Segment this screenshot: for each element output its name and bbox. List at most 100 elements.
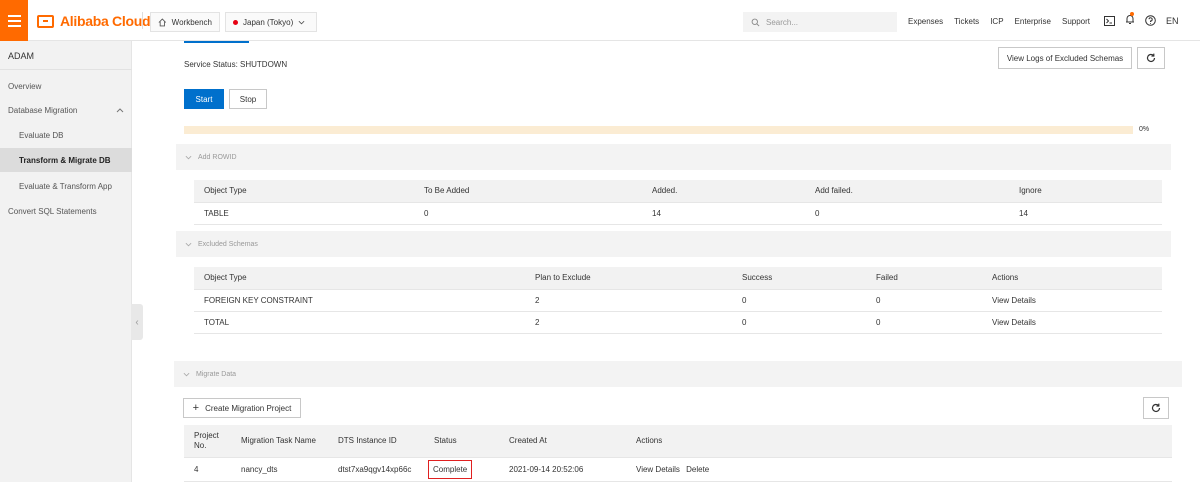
sidebar-collapse-handle[interactable]: ‹ <box>131 304 143 340</box>
sidebar: ADAM Overview Database Migration Evaluat… <box>0 41 132 482</box>
migrate-refresh-button[interactable] <box>1143 397 1169 419</box>
delete-link[interactable]: Delete <box>686 465 709 474</box>
column-header: To Be Added <box>414 180 642 203</box>
active-tab-indicator <box>184 41 249 43</box>
refresh-icon <box>1146 53 1156 63</box>
terminal-icon[interactable] <box>1104 15 1115 26</box>
search-placeholder: Search... <box>766 17 799 27</box>
chevron-down-icon <box>185 242 192 246</box>
column-header: Add failed. <box>805 180 1009 203</box>
sidebar-item-label: Evaluate & Transform App <box>19 181 112 191</box>
sidebar-item-overview[interactable]: Overview <box>0 74 132 98</box>
section-add-rowid[interactable]: Add ROWID <box>176 144 1171 170</box>
region-label: Japan (Tokyo) <box>243 17 294 27</box>
table-cell: 0 <box>805 202 1009 225</box>
view-details-link[interactable]: View Details <box>992 296 1036 305</box>
column-header: Migration Task Name <box>231 425 328 458</box>
column-header: Ignore <box>1009 180 1162 203</box>
section-title: Migrate Data <box>196 370 237 378</box>
progress-label: 0% <box>1139 126 1150 133</box>
view-logs-button[interactable]: View Logs of Excluded Schemas <box>998 47 1132 69</box>
table-row: FOREIGN KEY CONSTRAINT 2 0 0 View Detail… <box>194 289 1162 312</box>
logo[interactable]: Alibaba Cloud <box>37 13 151 29</box>
table-cell: 0 <box>866 289 982 312</box>
table-cell: 2021-09-14 20:52:06 <box>499 457 626 482</box>
nav-support[interactable]: Support <box>1062 17 1090 26</box>
table-cell: TOTAL <box>194 311 525 334</box>
chevron-up-icon <box>116 107 124 112</box>
section-title: Excluded Schemas <box>198 240 258 248</box>
nav-tickets[interactable]: Tickets <box>954 17 979 26</box>
start-button[interactable]: Start <box>184 89 224 109</box>
refresh-icon <box>1151 403 1161 413</box>
table-cell: nancy_dts <box>231 457 328 482</box>
logo-text: Alibaba Cloud <box>60 13 151 29</box>
alibaba-logo-icon <box>37 14 54 28</box>
nav-expenses[interactable]: Expenses <box>908 17 943 26</box>
section-title: Add ROWID <box>198 153 237 161</box>
column-header: Created At <box>499 425 626 458</box>
column-header: Added. <box>642 180 805 203</box>
sidebar-divider <box>0 69 132 70</box>
home-icon <box>158 17 167 26</box>
sidebar-item-label: Overview <box>8 81 42 91</box>
search-input[interactable]: Search... <box>743 12 897 32</box>
refresh-button[interactable] <box>1137 47 1165 69</box>
sidebar-item-evaluate-db[interactable]: Evaluate DB <box>0 123 132 147</box>
table-row: TABLE 0 14 0 14 <box>194 202 1162 225</box>
column-header: Status <box>424 425 499 458</box>
column-header: Success <box>732 267 866 290</box>
column-header: Actions <box>982 267 1162 290</box>
view-details-link[interactable]: View Details <box>992 318 1036 327</box>
region-selector[interactable]: Japan (Tokyo) <box>225 12 317 32</box>
table-cell: 0 <box>866 311 982 334</box>
table-cell: 0 <box>732 311 866 334</box>
japan-flag-icon <box>233 19 238 25</box>
table-cell: FOREIGN KEY CONSTRAINT <box>194 289 525 312</box>
table-row: TOTAL 2 0 0 View Details <box>194 311 1162 334</box>
table-cell: 0 <box>414 202 642 225</box>
column-header: Actions <box>626 425 1172 458</box>
menu-icon[interactable] <box>0 0 28 41</box>
status-badge: Complete <box>428 459 473 479</box>
stop-button[interactable]: Stop <box>229 89 267 109</box>
table-cell: dtst7xa9qgv14xp66c <box>328 457 424 482</box>
workbench-button[interactable]: Workbench <box>150 12 220 32</box>
table-cell: TABLE <box>194 202 414 225</box>
create-migration-project-button[interactable]: + Create Migration Project <box>183 398 301 418</box>
sidebar-item-convert-sql[interactable]: Convert SQL Statements <box>0 199 132 223</box>
excluded-schemas-table: Object Type Plan to Exclude Success Fail… <box>194 267 1162 334</box>
top-nav: Expenses Tickets ICP Enterprise Support <box>908 17 1090 26</box>
sidebar-item-evaluate-transform-app[interactable]: Evaluate & Transform App <box>0 174 132 198</box>
column-header: Project No. <box>184 425 231 458</box>
plus-icon: + <box>192 402 200 414</box>
table-cell: 14 <box>1009 202 1162 225</box>
top-bar: Alibaba Cloud Workbench Japan (Tokyo) Se… <box>0 0 1200 41</box>
table-header-row: Project No. Migration Task Name DTS Inst… <box>184 425 1172 458</box>
nav-icp[interactable]: ICP <box>990 17 1003 26</box>
chevron-down-icon <box>298 20 305 24</box>
language-switch[interactable]: EN <box>1166 16 1179 26</box>
view-details-link[interactable]: View Details <box>636 465 680 474</box>
search-icon <box>751 18 760 26</box>
create-migration-label: Create Migration Project <box>205 403 292 413</box>
column-header: DTS Instance ID <box>328 425 424 458</box>
add-rowid-table: Object Type To Be Added Added. Add faile… <box>194 180 1162 225</box>
notification-bell[interactable] <box>1125 12 1135 27</box>
column-header: Failed <box>866 267 982 290</box>
sidebar-item-transform-migrate-db[interactable]: Transform & Migrate DB <box>0 148 132 172</box>
sidebar-item-label: Evaluate DB <box>19 130 64 140</box>
section-migrate-data[interactable]: Migrate Data <box>174 361 1182 387</box>
sidebar-item-label: Transform & Migrate DB <box>19 155 111 165</box>
chevron-down-icon <box>185 155 192 159</box>
progress-bar <box>184 126 1133 134</box>
nav-enterprise[interactable]: Enterprise <box>1015 17 1051 26</box>
sidebar-title: ADAM <box>8 51 35 61</box>
section-excluded-schemas[interactable]: Excluded Schemas <box>176 231 1171 257</box>
sidebar-item-database-migration[interactable]: Database Migration <box>0 98 132 122</box>
help-icon[interactable] <box>1145 15 1156 26</box>
topbar-divider <box>142 12 143 29</box>
table-header-row: Object Type Plan to Exclude Success Fail… <box>194 267 1162 290</box>
sidebar-item-label: Database Migration <box>8 105 78 115</box>
table-cell: 2 <box>525 289 732 312</box>
